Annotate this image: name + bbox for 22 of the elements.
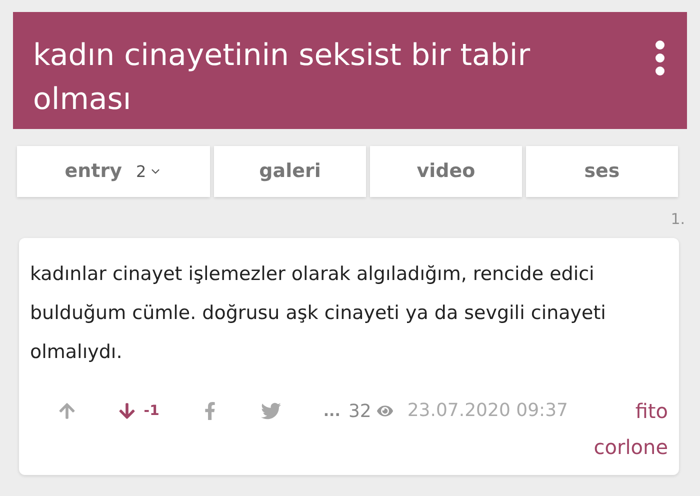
tab[interactable]: entry 2 (17, 146, 210, 197)
tab[interactable]: galeri (214, 146, 366, 197)
tab-label: ses (584, 159, 620, 184)
more-button[interactable]: ... (323, 400, 340, 422)
entry-number: 1. (670, 211, 685, 227)
entry-text: kadınlar cinayet işlemezler olarak algıladığım, rencide edici bulduğum cümle. doğrusu aşk cinayeti ya da sevgili cinayeti olmalıydı. (30, 262, 607, 365)
author-link[interactable]: fito corlone (586, 393, 668, 465)
twitter-icon[interactable] (261, 401, 282, 421)
eye-icon (377, 403, 394, 419)
tab-label: video (416, 159, 476, 184)
vote-score: -1 (144, 402, 160, 420)
tab[interactable]: ses (526, 146, 678, 197)
downvote-icon[interactable] (118, 402, 136, 420)
more-options-icon[interactable] (655, 40, 665, 76)
tab[interactable]: video (370, 146, 522, 197)
tab-label: entry (64, 159, 122, 184)
page-title: kadın cinayetinin seksist bir tabir olması (33, 37, 532, 119)
upvote-icon[interactable] (58, 402, 76, 420)
tab-label: galeri (259, 159, 321, 184)
view-count: 32 (348, 400, 372, 424)
entry-date[interactable]: 23.07.2020 09:37 (407, 396, 568, 426)
entry-count: 2 (136, 160, 146, 182)
